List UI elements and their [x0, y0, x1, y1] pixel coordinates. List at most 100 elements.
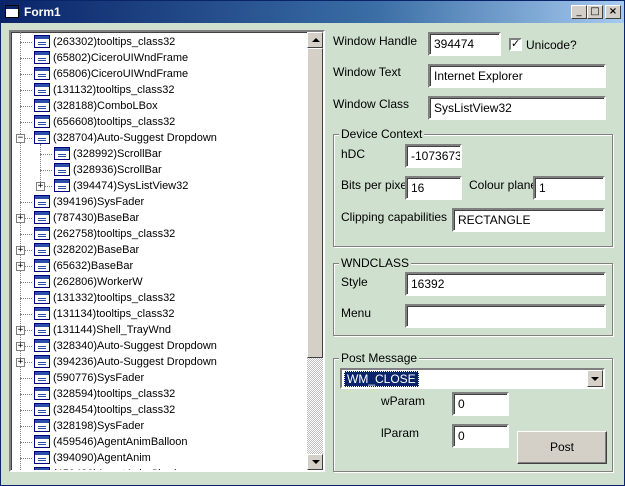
- tree-item[interactable]: + (787430)BaseBar: [11, 210, 305, 226]
- tree-connector-line: [20, 314, 32, 315]
- window-icon: [34, 259, 50, 272]
- arrow-down-icon: [312, 460, 320, 464]
- scroll-down-button[interactable]: [307, 454, 323, 470]
- tree-item[interactable]: − (328704)Auto-Suggest Dropdown: [11, 130, 305, 146]
- tree-item[interactable]: (328198)SysFader: [11, 418, 305, 434]
- checkmark-icon: ✓: [511, 37, 521, 50]
- unicode-checkbox[interactable]: ✓: [509, 37, 522, 51]
- window-icon: [34, 339, 50, 352]
- tree-item-label: (459480)AgentAnimShadow: [53, 466, 191, 470]
- window-title: Form1: [24, 5, 61, 19]
- close-button[interactable]: ×: [605, 5, 621, 19]
- tree-connector-line: [20, 122, 32, 123]
- tree-connector-line: [20, 394, 32, 395]
- tree-connector-line: [20, 442, 32, 443]
- window-icon: [34, 115, 50, 128]
- tree-connector-line: [20, 378, 32, 379]
- tree-item[interactable]: (328992)ScrollBar: [11, 146, 305, 162]
- tree-item[interactable]: (656608)tooltips_class32: [11, 114, 305, 130]
- tree-item[interactable]: + (394474)SysListView32: [11, 178, 305, 194]
- bits-per-pixel-field[interactable]: 16: [405, 176, 462, 200]
- tree-item-label: (328992)ScrollBar: [73, 148, 162, 160]
- unicode-label: Unicode?: [526, 38, 577, 52]
- tree-item[interactable]: (328454)tooltips_class32: [11, 402, 305, 418]
- expand-icon[interactable]: +: [16, 214, 25, 223]
- window-class-field[interactable]: SysListView32: [428, 96, 606, 120]
- expand-icon[interactable]: +: [16, 246, 25, 255]
- scroll-thumb[interactable]: [307, 48, 323, 358]
- tree-item[interactable]: (394090)AgentAnim: [11, 450, 305, 466]
- tree-item-label: (131332)tooltips_class32: [53, 292, 176, 304]
- app-icon: [5, 5, 19, 18]
- tree-item[interactable]: (328188)ComboLBox: [11, 98, 305, 114]
- tree-connector-line: [20, 74, 32, 75]
- tree-item-label: (787430)BaseBar: [53, 212, 140, 224]
- expand-icon[interactable]: +: [16, 262, 25, 271]
- tree-item[interactable]: + (394236)Auto-Suggest Dropdown: [11, 354, 305, 370]
- hdc-field[interactable]: -10736733: [405, 144, 462, 168]
- tree-item[interactable]: (328936)ScrollBar: [11, 162, 305, 178]
- window-icon: [34, 371, 50, 384]
- tree-item[interactable]: + (131144)Shell_TrayWnd: [11, 322, 305, 338]
- window-icon: [34, 83, 50, 96]
- menu-label: Menu: [341, 306, 372, 320]
- window-handle-field[interactable]: 394474: [428, 32, 501, 56]
- message-combobox[interactable]: WM_CLOSE: [340, 368, 605, 389]
- wndclass-caption: WNDCLASS: [339, 256, 412, 270]
- window-icon: [34, 275, 50, 288]
- window-tree-view[interactable]: (263302)tooltips_class32 (65802)CiceroUIW…: [9, 30, 325, 472]
- window-icon: [34, 243, 50, 256]
- colour-planes-field[interactable]: 1: [533, 176, 605, 200]
- expand-icon[interactable]: +: [16, 358, 25, 367]
- window-icon: [34, 387, 50, 400]
- tree-item[interactable]: (262758)tooltips_class32: [11, 226, 305, 242]
- combobox-dropdown-button[interactable]: [587, 370, 603, 387]
- scroll-track[interactable]: [307, 358, 323, 454]
- tree-item-label: (65632)BaseBar: [53, 260, 134, 272]
- tree-item-label: (656608)tooltips_class32: [53, 116, 176, 128]
- window-icon: [54, 163, 70, 176]
- scroll-up-button[interactable]: [307, 32, 323, 48]
- tree-item-label: (262758)tooltips_class32: [53, 228, 176, 240]
- title-bar[interactable]: Form1 _ □ ×: [1, 1, 624, 23]
- tree-item[interactable]: + (65632)BaseBar: [11, 258, 305, 274]
- tree-item[interactable]: (459480)AgentAnimShadow: [11, 466, 305, 470]
- window-icon: [34, 51, 50, 64]
- tree-item[interactable]: (131332)tooltips_class32: [11, 290, 305, 306]
- expand-icon[interactable]: +: [16, 326, 25, 335]
- style-field[interactable]: 16392: [405, 272, 606, 296]
- tree-item-label: (262806)WorkerW: [53, 276, 143, 288]
- post-button[interactable]: Post: [517, 431, 607, 464]
- tree-item[interactable]: (459546)AgentAnimBalloon: [11, 434, 305, 450]
- clipping-capabilities-field[interactable]: RECTANGLE: [452, 208, 605, 232]
- tree-item[interactable]: (328594)tooltips_class32: [11, 386, 305, 402]
- window-icon: [54, 147, 70, 160]
- tree-item[interactable]: (590776)SysFader: [11, 370, 305, 386]
- tree-item-label: (328936)ScrollBar: [73, 164, 162, 176]
- tree-item-label: (263302)tooltips_class32: [53, 36, 176, 48]
- tree-vertical-scrollbar[interactable]: [307, 32, 323, 470]
- minimize-button[interactable]: _: [571, 5, 587, 19]
- arrow-up-icon: [312, 38, 320, 42]
- tree-item[interactable]: + (328340)Auto-Suggest Dropdown: [11, 338, 305, 354]
- window-icon: [34, 67, 50, 80]
- window-icon: [34, 435, 50, 448]
- expand-icon[interactable]: +: [36, 182, 45, 191]
- tree-item-label: (328198)SysFader: [53, 420, 145, 432]
- tree-item[interactable]: (394196)SysFader: [11, 194, 305, 210]
- maximize-button[interactable]: □: [587, 5, 603, 19]
- tree-item[interactable]: (131132)tooltips_class32: [11, 82, 305, 98]
- window-icon: [34, 307, 50, 320]
- tree-item[interactable]: (131134)tooltips_class32: [11, 306, 305, 322]
- menu-field[interactable]: [405, 304, 606, 328]
- tree-item[interactable]: (262806)WorkerW: [11, 274, 305, 290]
- tree-item[interactable]: + (328202)BaseBar: [11, 242, 305, 258]
- wparam-field[interactable]: 0: [452, 392, 509, 416]
- expand-icon[interactable]: +: [16, 342, 25, 351]
- collapse-icon[interactable]: −: [16, 134, 25, 143]
- lparam-field[interactable]: 0: [452, 424, 509, 448]
- tree-item[interactable]: (65802)CiceroUIWndFrame: [11, 50, 305, 66]
- tree-item[interactable]: (263302)tooltips_class32: [11, 34, 305, 50]
- tree-item[interactable]: (65806)CiceroUIWndFrame: [11, 66, 305, 82]
- window-text-field[interactable]: Internet Explorer: [428, 64, 606, 88]
